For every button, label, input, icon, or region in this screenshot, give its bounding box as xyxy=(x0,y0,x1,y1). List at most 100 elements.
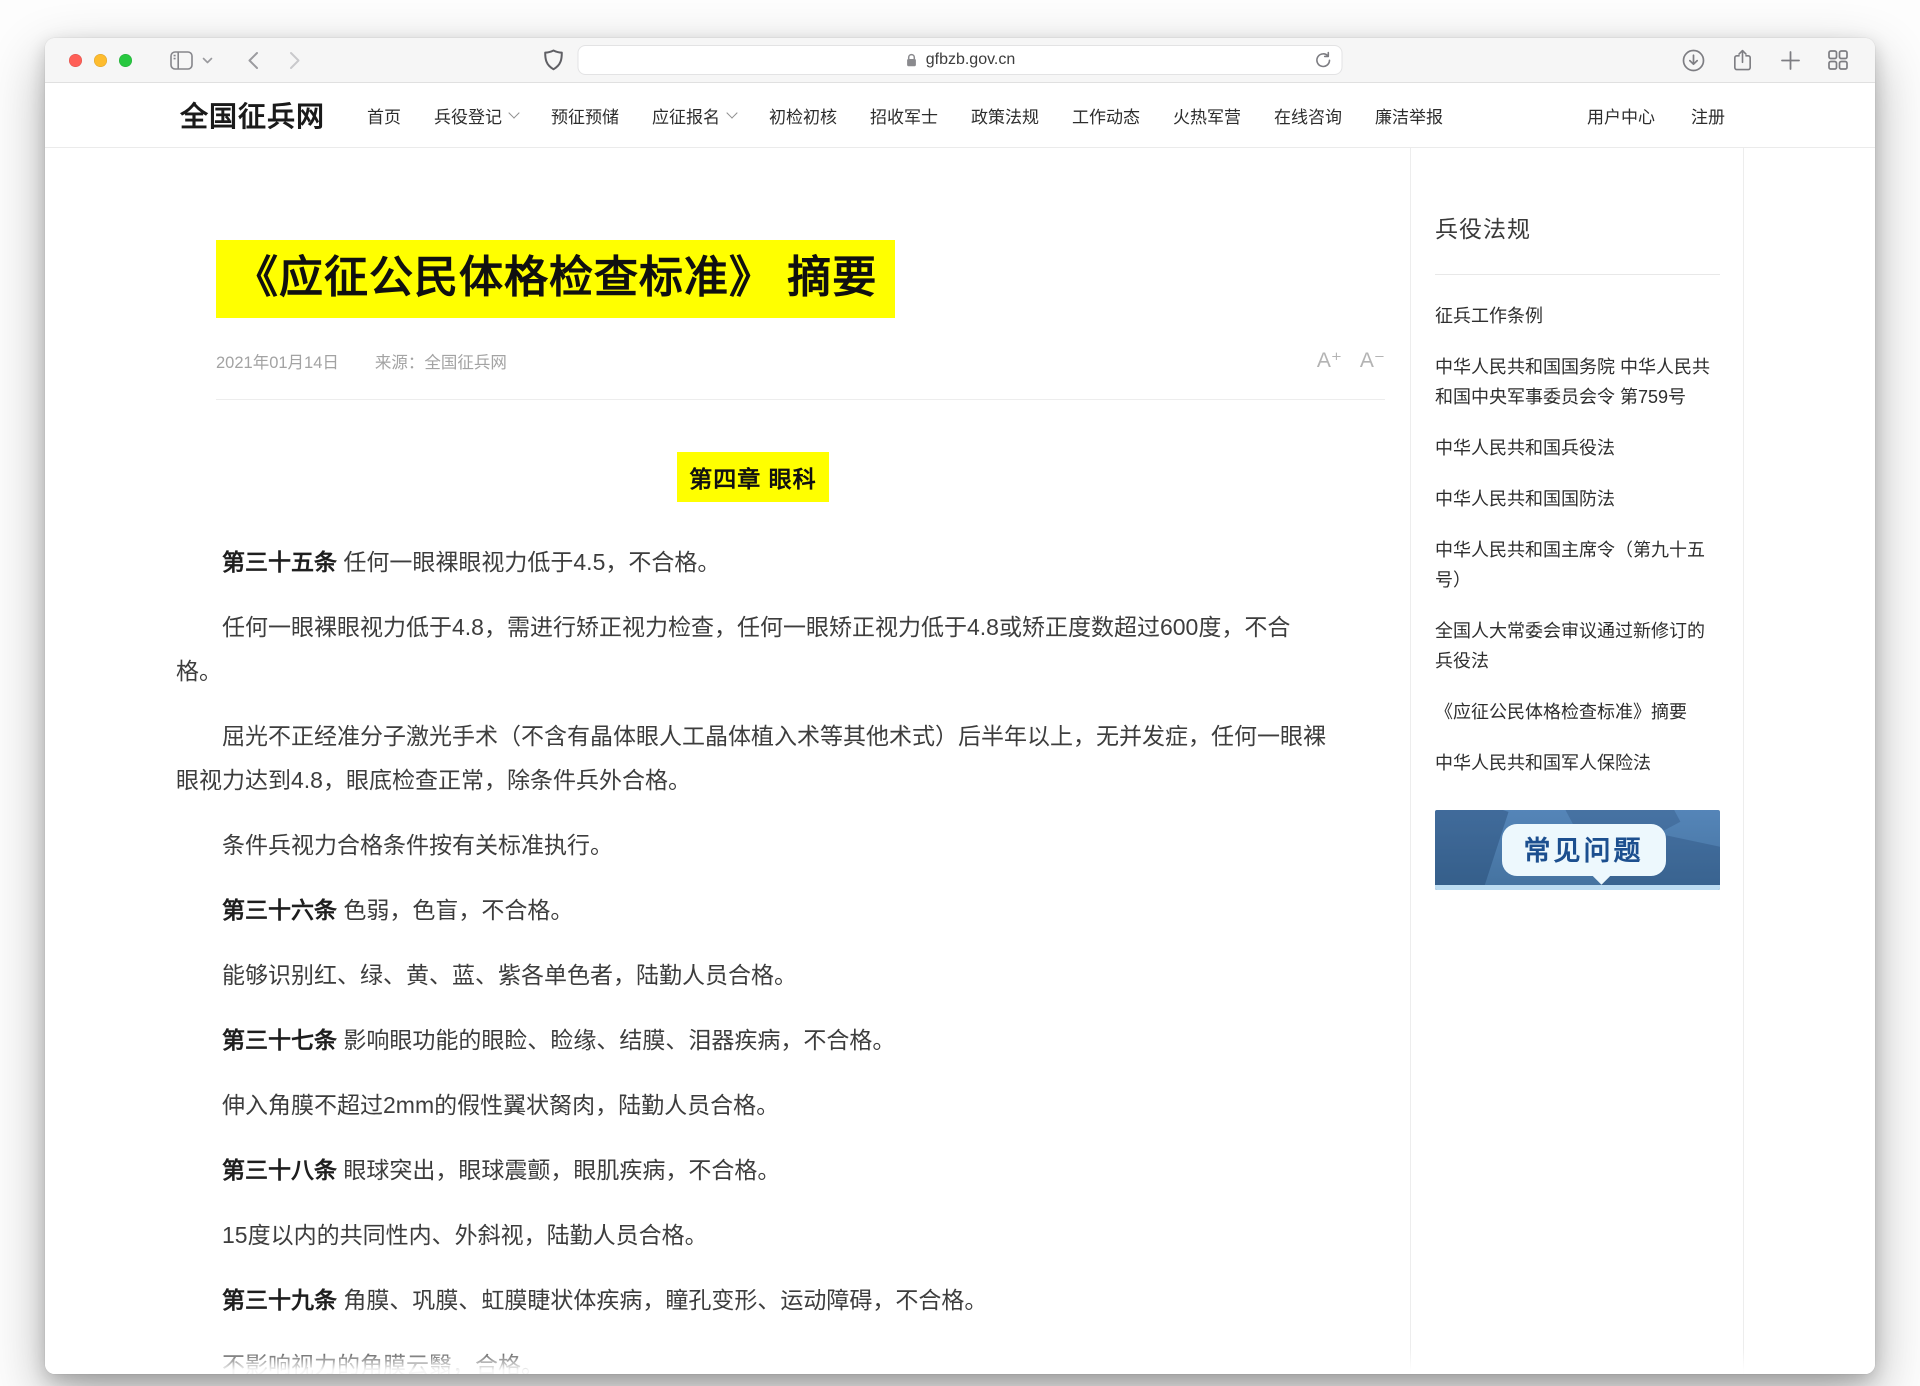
paragraph-text: 任何一眼裸眼视力低于4.5，不合格。 xyxy=(337,549,720,575)
banner-bottom-strip xyxy=(1435,885,1720,890)
chapter-heading-row: 第四章 眼科 xyxy=(176,452,1330,502)
window-controls xyxy=(69,54,132,67)
paragraph-text: 眼球突出，眼球震颤，眼肌疾病，不合格。 xyxy=(337,1157,780,1183)
nav-menu-item[interactable]: 兵役登记 xyxy=(434,103,518,128)
share-icon[interactable] xyxy=(1731,48,1754,72)
article-source: 来源：全国征兵网 xyxy=(375,354,507,372)
nav-menu-item[interactable]: 火热军营 xyxy=(1173,103,1241,128)
nav-menu-item[interactable]: 廉洁举报 xyxy=(1375,103,1443,128)
nav-menu: 首页 兵役登记 预征预储 应征报名 初检初核 招收军士 政策法规 工作动态 火热… xyxy=(367,103,1443,128)
sidebar-title: 兵役法规 xyxy=(1435,210,1720,275)
article-paragraph: 屈光不正经准分子激光手术（不含有晶体眼人工晶体植入术等其他术式）后半年以上，无并… xyxy=(176,714,1330,802)
nav-menu-item-label: 火热军营 xyxy=(1173,103,1241,128)
article-number: 第三十八条 xyxy=(222,1157,337,1183)
nav-menu-item-label: 在线咨询 xyxy=(1274,103,1342,128)
nav-menu-item-label: 政策法规 xyxy=(971,103,1039,128)
forward-icon[interactable] xyxy=(289,51,301,70)
article-paragraph: 第三十七条 影响眼功能的眼睑、睑缘、结膜、泪器疾病，不合格。 xyxy=(176,1018,1330,1062)
nav-menu-item[interactable]: 首页 xyxy=(367,103,401,128)
tab-overview-icon[interactable] xyxy=(1827,49,1849,71)
paragraph-text: 条件兵视力合格条件按有关标准执行。 xyxy=(222,832,613,858)
privacy-shield-icon[interactable] xyxy=(544,49,563,71)
nav-user-item-label: 注册 xyxy=(1691,103,1725,128)
reload-icon[interactable] xyxy=(1315,51,1332,69)
article-paragraph: 第三十五条 任何一眼裸眼视力低于4.5，不合格。 xyxy=(176,540,1330,584)
sidebar-link[interactable]: 《应征公民体格检查标准》摘要 xyxy=(1435,697,1720,727)
nav-menu-item[interactable]: 应征报名 xyxy=(652,103,736,128)
nav-menu-item[interactable]: 预征预储 xyxy=(551,103,619,128)
article-number: 第三十六条 xyxy=(222,897,337,923)
nav-menu-item-label: 首页 xyxy=(367,103,401,128)
article-paragraph: 第三十六条 色弱，色盲，不合格。 xyxy=(176,888,1330,932)
paragraph-text: 不影响视力的角膜云翳，合格。 xyxy=(222,1352,544,1374)
sidebar-link[interactable]: 中华人民共和国国务院 中华人民共和国中央军事委员会令 第759号 xyxy=(1435,352,1720,412)
downloads-icon[interactable] xyxy=(1682,49,1705,72)
chapter-heading: 第四章 眼科 xyxy=(677,452,828,502)
nav-menu-item[interactable]: 在线咨询 xyxy=(1274,103,1342,128)
banner-photo-shape xyxy=(1435,810,1509,890)
nav-menu-item-label: 招收军士 xyxy=(870,103,938,128)
page-content: 《应征公民体格检查标准》 摘要 2021年01月14日来源：全国征兵网 A⁺ A⁻… xyxy=(45,148,1875,1374)
article-paragraph: 条件兵视力合格条件按有关标准执行。 xyxy=(176,823,1330,867)
site-navbar: 全国征兵网 首页 兵役登记 预征预储 应征报名 初检初核 招收军士 政策法规 工… xyxy=(45,83,1875,148)
article-title: 《应征公民体格检查标准》 摘要 xyxy=(216,240,895,318)
nav-user-item[interactable]: 用户中心 xyxy=(1587,103,1655,128)
font-size-controls: A⁺ A⁻ xyxy=(1299,348,1385,373)
sidebar-link[interactable]: 全国人大常委会审议通过新修订的兵役法 xyxy=(1435,616,1720,676)
paragraph-text: 影响眼功能的眼睑、睑缘、结膜、泪器疾病，不合格。 xyxy=(337,1027,895,1053)
nav-user-item-label: 用户中心 xyxy=(1587,103,1655,128)
article-paragraph: 伸入角膜不超过2mm的假性翼状胬肉，陆勤人员合格。 xyxy=(176,1083,1330,1127)
nav-menu-item[interactable]: 招收军士 xyxy=(870,103,938,128)
paragraph-text: 15度以内的共同性内、外斜视，陆勤人员合格。 xyxy=(222,1222,708,1248)
back-icon[interactable] xyxy=(247,51,259,70)
tab-group-chevron-icon[interactable] xyxy=(202,57,213,64)
nav-menu-item[interactable]: 初检初核 xyxy=(769,103,837,128)
sidebar: 兵役法规 征兵工作条例 中华人民共和国国务院 中华人民共和国中央军事委员会令 第… xyxy=(1410,148,1744,1374)
sidebar-links: 征兵工作条例 中华人民共和国国务院 中华人民共和国中央军事委员会令 第759号 … xyxy=(1435,301,1720,778)
article-body: 第三十五条 任何一眼裸眼视力低于4.5，不合格。 任何一眼裸眼视力低于4.8，需… xyxy=(176,540,1410,1374)
toolbar-right-icons xyxy=(1682,48,1849,72)
article-number: 第三十七条 xyxy=(222,1027,337,1053)
url-text: gfbzb.gov.cn xyxy=(926,51,1016,69)
chevron-down-icon xyxy=(726,107,737,118)
new-tab-icon[interactable] xyxy=(1780,50,1801,71)
sidebar-link[interactable]: 中华人民共和国兵役法 xyxy=(1435,433,1720,463)
article-paragraph: 第三十八条 眼球突出，眼球震颤，眼肌疾病，不合格。 xyxy=(176,1148,1330,1192)
nav-menu-item-label: 兵役登记 xyxy=(434,103,502,128)
sidebar-link[interactable]: 征兵工作条例 xyxy=(1435,301,1720,331)
nav-user-item[interactable]: 注册 xyxy=(1691,103,1725,128)
article-number: 第三十五条 xyxy=(222,549,337,575)
nav-menu-item-label: 工作动态 xyxy=(1072,103,1140,128)
faq-banner[interactable]: 常见问题 xyxy=(1435,810,1720,890)
chevron-down-icon xyxy=(508,107,519,118)
article-meta-left: 2021年01月14日来源：全国征兵网 xyxy=(216,349,507,373)
nav-user-menu: 用户中心 注册 xyxy=(1587,103,1725,128)
nav-menu-item-label: 应征报名 xyxy=(652,103,720,128)
font-increase-button[interactable]: A⁺ xyxy=(1317,349,1342,372)
article-paragraph: 能够识别红、绿、黄、蓝、紫各单色者，陆勤人员合格。 xyxy=(176,953,1330,997)
sidebar-link[interactable]: 中华人民共和国主席令（第九十五号） xyxy=(1435,535,1720,595)
font-decrease-button[interactable]: A⁻ xyxy=(1360,349,1385,372)
paragraph-text: 能够识别红、绿、黄、蓝、紫各单色者，陆勤人员合格。 xyxy=(222,962,797,988)
site-logo[interactable]: 全国征兵网 xyxy=(180,95,325,135)
sidebar-toggle-icon[interactable] xyxy=(170,51,193,70)
paragraph-text: 色弱，色盲，不合格。 xyxy=(337,897,573,923)
article-paragraph: 15度以内的共同性内、外斜视，陆勤人员合格。 xyxy=(176,1213,1330,1257)
nav-menu-item-label: 预征预储 xyxy=(551,103,619,128)
article-number: 第三十九条 xyxy=(222,1287,337,1313)
fullscreen-window-button[interactable] xyxy=(119,54,132,67)
sidebar-link[interactable]: 中华人民共和国国防法 xyxy=(1435,484,1720,514)
article-meta: 2021年01月14日来源：全国征兵网 A⁺ A⁻ xyxy=(216,348,1385,400)
nav-menu-item[interactable]: 工作动态 xyxy=(1072,103,1140,128)
paragraph-text: 角膜、巩膜、虹膜睫状体疾病，瞳孔变形、运动障碍，不合格。 xyxy=(337,1287,987,1313)
address-bar[interactable]: gfbzb.gov.cn xyxy=(578,45,1343,75)
lock-icon xyxy=(905,53,919,68)
article-paragraph: 第三十九条 角膜、巩膜、虹膜睫状体疾病，瞳孔变形、运动障碍，不合格。 xyxy=(176,1278,1330,1322)
close-window-button[interactable] xyxy=(69,54,82,67)
nav-menu-item-label: 初检初核 xyxy=(769,103,837,128)
nav-menu-item[interactable]: 政策法规 xyxy=(971,103,1039,128)
minimize-window-button[interactable] xyxy=(94,54,107,67)
paragraph-text: 屈光不正经准分子激光手术（不含有晶体眼人工晶体植入术等其他术式）后半年以上，无并… xyxy=(176,723,1326,793)
sidebar-link[interactable]: 中华人民共和国军人保险法 xyxy=(1435,748,1720,778)
article: 《应征公民体格检查标准》 摘要 2021年01月14日来源：全国征兵网 A⁺ A⁻… xyxy=(176,148,1410,1374)
